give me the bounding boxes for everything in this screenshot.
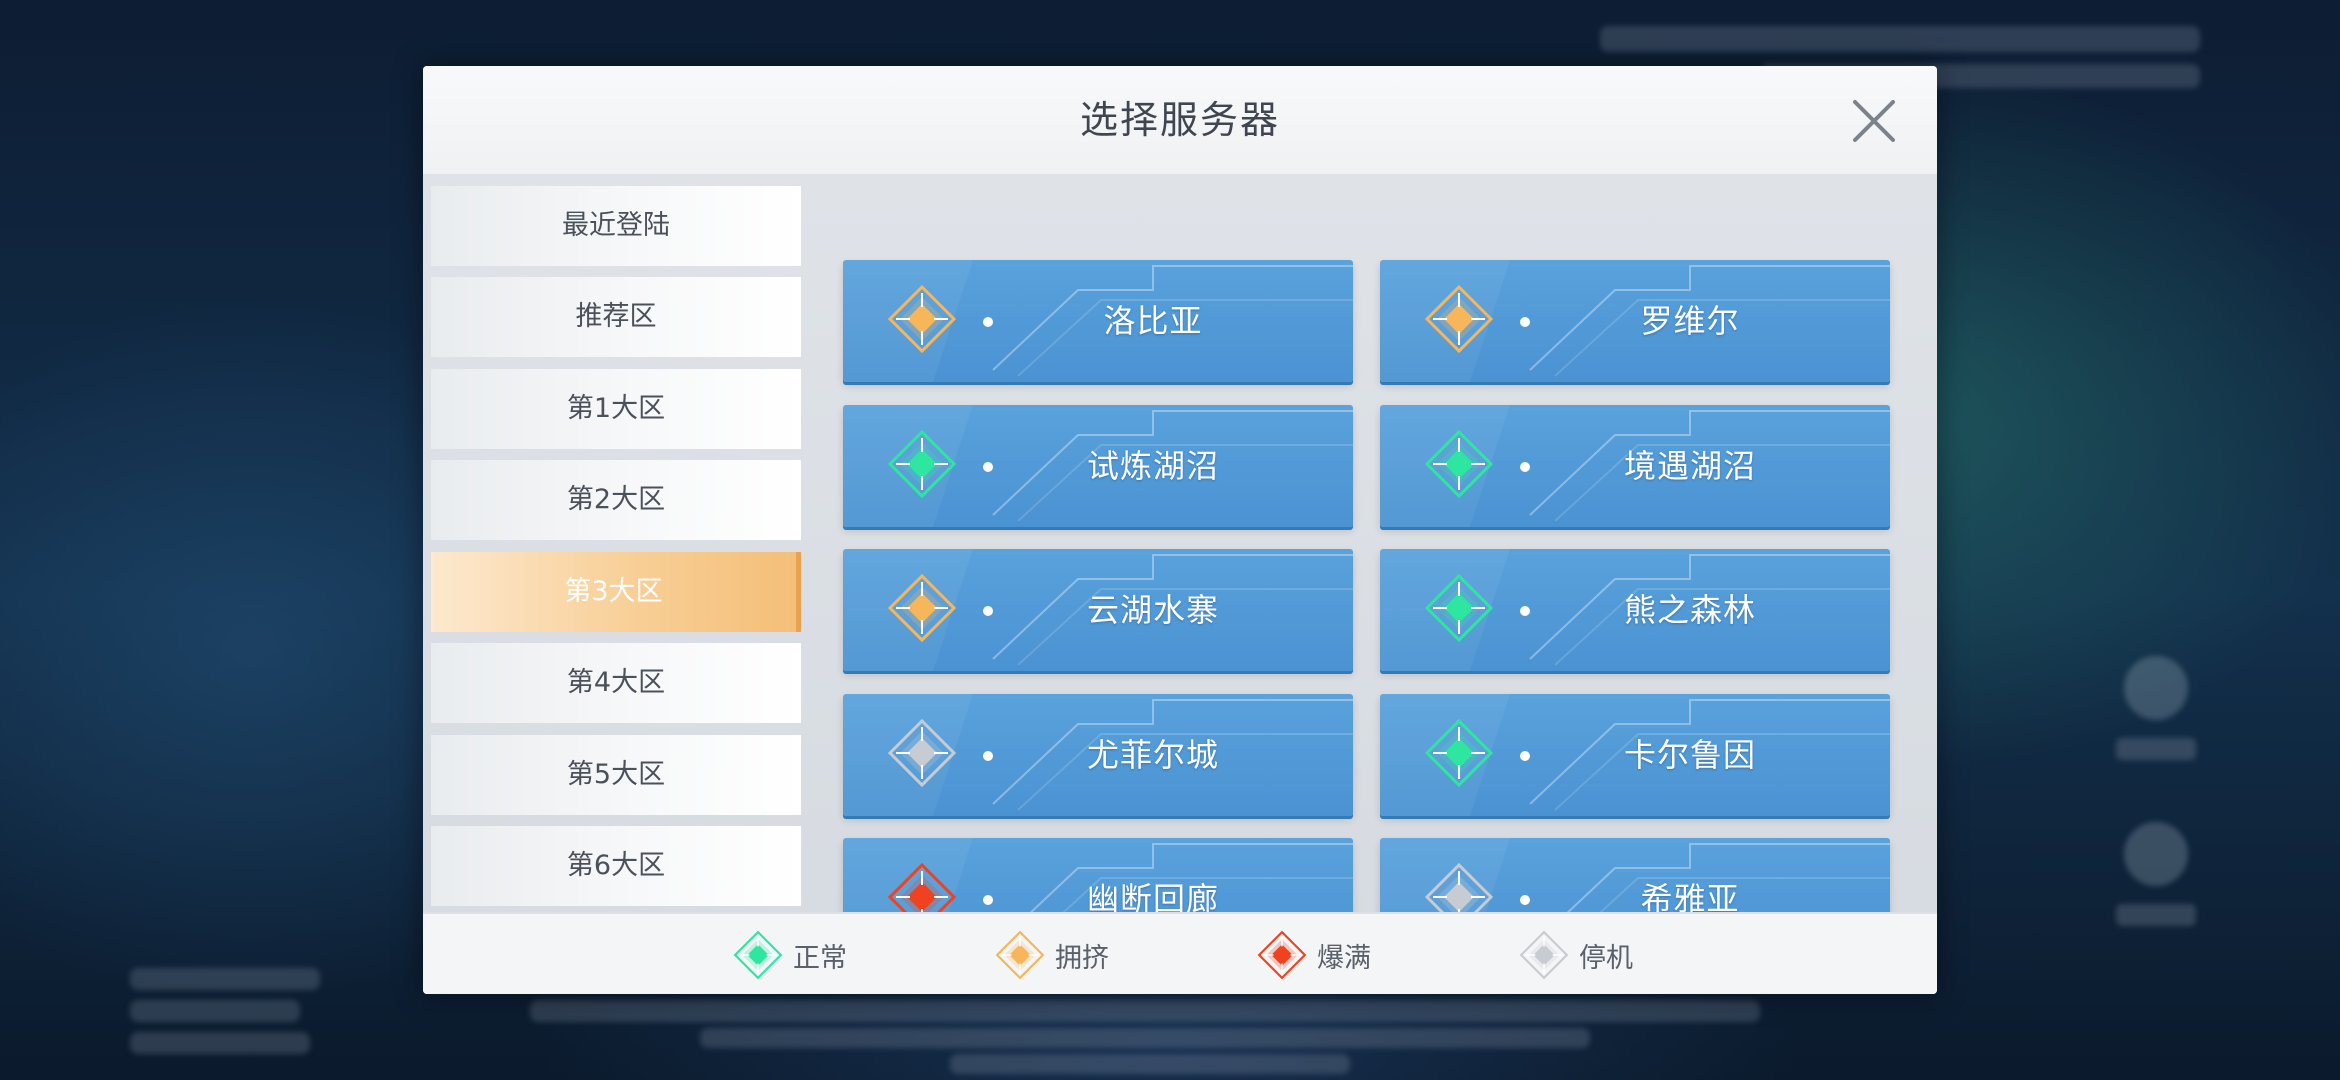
diamond-status-icon xyxy=(887,284,957,354)
server-card-2[interactable]: 罗维尔 xyxy=(1380,260,1890,382)
server-name: 境遇湖沼 xyxy=(1623,447,1756,485)
background-info-text xyxy=(700,1028,1590,1048)
sidebar-item-region-6[interactable]: 第6大区 xyxy=(431,826,801,906)
diamond-status-icon xyxy=(1424,284,1494,354)
separator-dot xyxy=(983,606,993,616)
server-card-3[interactable]: 试炼湖沼 xyxy=(843,405,1353,527)
dialog-title: 选择服务器 xyxy=(1079,98,1280,142)
background-side-button xyxy=(2116,656,2196,806)
legend-label: 拥挤 xyxy=(1055,942,1109,974)
sidebar-item-region-4[interactable]: 第4大区 xyxy=(431,643,801,723)
diamond-status-icon xyxy=(1424,573,1494,643)
sidebar-item-region-1[interactable]: 第1大区 xyxy=(431,369,801,449)
server-card-5[interactable]: 云湖水寨 xyxy=(843,549,1353,671)
diamond-status-icon xyxy=(887,573,957,643)
diamond-status-icon xyxy=(1257,930,1307,980)
server-card-6[interactable]: 熊之森林 xyxy=(1380,549,1890,671)
background-info-text xyxy=(130,1000,300,1022)
diamond-status-icon xyxy=(1519,930,1569,980)
legend-item-normal: 正常 xyxy=(733,914,847,994)
separator-dot xyxy=(983,462,993,472)
server-name: 罗维尔 xyxy=(1640,302,1740,340)
server-name: 云湖水寨 xyxy=(1086,591,1219,629)
legend-label: 停机 xyxy=(1579,942,1633,974)
background-side-button xyxy=(2116,822,2196,972)
legend-item-offline: 停机 xyxy=(1519,914,1633,994)
sidebar-item-region-2[interactable]: 第2大区 xyxy=(431,460,801,540)
diamond-status-icon xyxy=(1424,718,1494,788)
diamond-status-icon xyxy=(995,930,1045,980)
dialog-header: 选择服务器 xyxy=(423,66,1937,176)
background-info-text xyxy=(130,968,320,990)
server-name: 尤菲尔城 xyxy=(1086,736,1219,774)
close-icon xyxy=(1853,100,1895,142)
server-card-1[interactable]: 洛比亚 xyxy=(843,260,1353,382)
server-select-dialog: 选择服务器 最近登陆 推荐区 第1大区 第2大区 第3大区 第4大区 第5大区 … xyxy=(423,66,1937,994)
background-info-text xyxy=(950,1054,1350,1074)
separator-dot xyxy=(1520,895,1530,905)
server-name: 洛比亚 xyxy=(1103,302,1203,340)
separator-dot xyxy=(1520,606,1530,616)
separator-dot xyxy=(983,751,993,761)
legend-label: 爆满 xyxy=(1317,942,1371,974)
separator-dot xyxy=(1520,462,1530,472)
separator-dot xyxy=(1520,751,1530,761)
background-info-text xyxy=(530,1000,1760,1022)
legend-item-crowded: 拥挤 xyxy=(995,914,1109,994)
background-info-text xyxy=(130,1032,310,1054)
sidebar-item-region-3[interactable]: 第3大区 xyxy=(431,552,801,632)
background-info-text xyxy=(1600,26,2200,52)
legend-item-full: 爆满 xyxy=(1257,914,1371,994)
diamond-status-icon xyxy=(1424,429,1494,499)
separator-dot xyxy=(1520,317,1530,327)
server-card-8[interactable]: 卡尔鲁因 xyxy=(1380,694,1890,816)
dialog-body: 最近登陆 推荐区 第1大区 第2大区 第3大区 第4大区 第5大区 第6大区 洛… xyxy=(423,176,1937,976)
diamond-status-icon xyxy=(887,429,957,499)
sidebar-item-region-5[interactable]: 第5大区 xyxy=(431,735,801,815)
server-name: 熊之森林 xyxy=(1623,591,1756,629)
server-name: 试炼湖沼 xyxy=(1086,447,1219,485)
server-card-7[interactable]: 尤菲尔城 xyxy=(843,694,1353,816)
server-name: 卡尔鲁因 xyxy=(1623,736,1756,774)
status-legend: 正常 拥挤 爆满 停机 xyxy=(423,912,1937,994)
diamond-status-icon xyxy=(733,930,783,980)
legend-label: 正常 xyxy=(793,942,847,974)
sidebar-item-recommended[interactable]: 推荐区 xyxy=(431,277,801,357)
close-button[interactable] xyxy=(1851,98,1897,144)
sidebar-item-recent[interactable]: 最近登陆 xyxy=(431,186,801,266)
diamond-status-icon xyxy=(887,718,957,788)
separator-dot xyxy=(983,317,993,327)
region-sidebar[interactable]: 最近登陆 推荐区 第1大区 第2大区 第3大区 第4大区 第5大区 第6大区 xyxy=(431,176,809,976)
server-card-4[interactable]: 境遇湖沼 xyxy=(1380,405,1890,527)
separator-dot xyxy=(983,895,993,905)
